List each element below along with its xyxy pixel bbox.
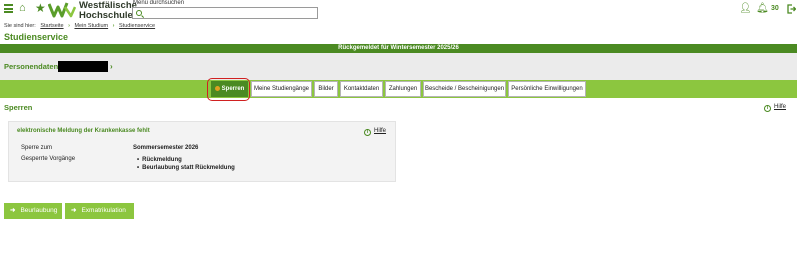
tab-label: Persönliche Einwilligungen: [511, 86, 583, 92]
row-label-vorgaenge: Gesperrte Vorgänge: [21, 156, 76, 162]
button-label: Exmatrikulation: [81, 207, 126, 214]
breadcrumb-separator: ›: [112, 23, 115, 29]
menu-icon[interactable]: [4, 4, 13, 13]
breadcrumb-prefix: Sie sind hier:: [4, 23, 36, 29]
active-tab-highlight: [207, 78, 250, 101]
breadcrumb-separator: ›: [68, 23, 70, 29]
help-icon: i: [764, 105, 771, 112]
list-item: Rückmeldung: [137, 156, 235, 164]
logo-line-2: Hochschule: [79, 9, 133, 21]
tab-einwilligungen[interactable]: Persönliche Einwilligungen: [508, 81, 586, 97]
tab-kontaktdaten[interactable]: Kontaktdaten: [340, 81, 383, 97]
help-icon: i: [364, 129, 371, 136]
breadcrumb: Sie sind hier: Startseite › Mein Studium…: [4, 23, 155, 29]
arrow-right-icon: ➜: [10, 207, 16, 214]
logout-icon[interactable]: [787, 4, 796, 14]
beurlaubung-button[interactable]: ➜ Beurlaubung: [4, 203, 62, 219]
help-link[interactable]: i Hilfe: [764, 104, 786, 112]
search-input[interactable]: [132, 7, 318, 19]
section-title: Sperren: [4, 103, 33, 112]
tab-label: Zahlungen: [388, 86, 418, 92]
tabs-bar: Sperren Meine Studiengänge Bilder Kontak…: [0, 80, 797, 98]
arrow-right-icon: ➜: [71, 207, 77, 214]
page-title: Studienservice: [4, 32, 69, 42]
list-item: Beurlaubung statt Rückmeldung: [137, 164, 235, 172]
locked-processes-list: Rückmeldung Beurlaubung statt Rückmeldun…: [137, 156, 235, 172]
panel-title: elektronische Meldung der Krankenkasse f…: [17, 128, 150, 134]
home-icon[interactable]: ⌂: [19, 3, 26, 14]
tab-label: Bilder: [318, 86, 334, 92]
search-label: Menü durchsuchen: [133, 0, 185, 6]
breadcrumb-item-mein-studium[interactable]: Mein Studium: [74, 23, 108, 29]
row-label-sperre: Sperre zum: [21, 145, 53, 151]
top-bar: ⌂ ★ Westfälische Hochschule Menü durchsu…: [0, 0, 800, 20]
help-label: Hilfe: [774, 104, 787, 110]
logo-text[interactable]: Westfälische Hochschule: [79, 1, 137, 20]
tab-zahlungen[interactable]: Zahlungen: [385, 81, 421, 97]
tab-bescheide[interactable]: Bescheide / Bescheinigungen: [423, 81, 506, 97]
tab-bilder[interactable]: Bilder: [314, 81, 338, 97]
person-name-redacted: [58, 61, 108, 72]
user-icon[interactable]: 👤︎: [739, 4, 752, 14]
person-area: Personendaten ›: [0, 53, 797, 80]
status-bar: Rückgemeldet für Wintersemester 2025/26: [0, 44, 797, 53]
person-label: Personendaten: [4, 62, 59, 71]
tab-label: Meine Studiengänge: [253, 86, 310, 92]
tab-label: Bescheide / Bescheinigungen: [424, 86, 505, 92]
tab-meine-studiengaenge[interactable]: Meine Studiengänge: [251, 81, 312, 97]
exmatrikulation-button[interactable]: ➜ Exmatrikulation: [65, 203, 134, 219]
bell-icon[interactable]: 🔔︎: [756, 4, 769, 14]
chevron-right-icon[interactable]: ›: [110, 62, 113, 71]
row-value-sperre: Sommersemester 2026: [133, 145, 199, 151]
tab-label: Kontaktdaten: [343, 86, 380, 92]
breadcrumb-item-startseite[interactable]: Startseite: [40, 23, 63, 29]
help-label: Hilfe: [374, 128, 387, 134]
search-icon: [136, 10, 142, 16]
panel-help-link[interactable]: i Hilfe: [364, 128, 386, 136]
star-icon[interactable]: ★: [35, 2, 46, 14]
lock-panel: elektronische Meldung der Krankenkasse f…: [8, 121, 396, 182]
logo-mark[interactable]: [48, 1, 76, 19]
session-timer: 30: [771, 5, 779, 12]
button-label: Beurlaubung: [20, 207, 58, 214]
breadcrumb-item-studienservice[interactable]: Studienservice: [119, 23, 155, 29]
